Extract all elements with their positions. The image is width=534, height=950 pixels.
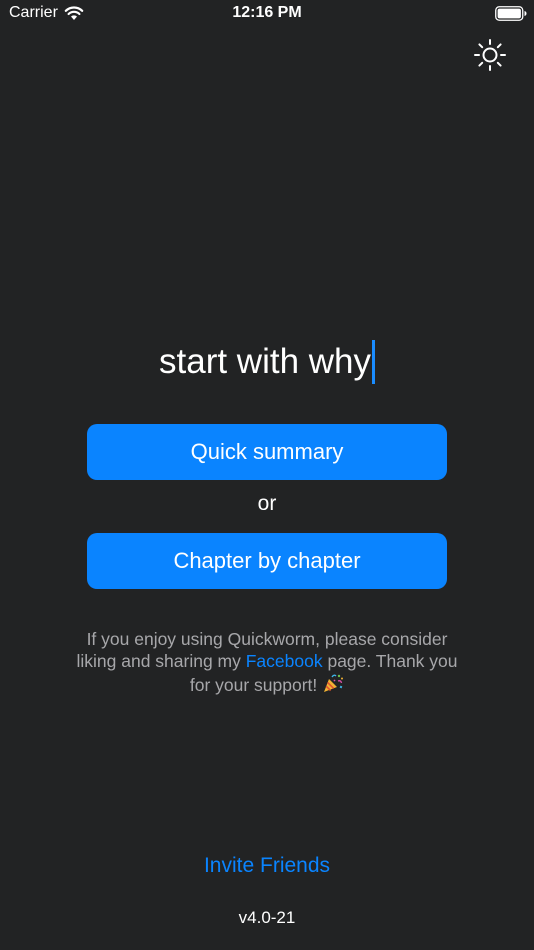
status-time: 12:16 PM <box>232 4 302 21</box>
facebook-link[interactable]: Facebook <box>246 651 323 671</box>
quick-summary-label: Quick summary <box>190 439 344 464</box>
app-screen: Carrier 12:16 PM start with why Quick su… <box>0 0 534 950</box>
invite-friends-link[interactable]: Invite Friends <box>0 854 534 878</box>
search-input-value: start with why <box>159 342 371 381</box>
version-label: v4.0-21 <box>238 908 296 927</box>
status-bar: Carrier 12:16 PM <box>0 0 534 28</box>
search-input[interactable]: start with why <box>40 336 494 388</box>
chapter-by-chapter-button[interactable]: Chapter by chapter <box>87 533 447 589</box>
support-message: If you enjoy using Quickworm, please con… <box>70 628 464 696</box>
text-caret <box>372 340 375 384</box>
sun-icon[interactable] <box>473 38 507 72</box>
party-popper-icon <box>324 674 344 692</box>
quick-summary-button[interactable]: Quick summary <box>87 424 447 480</box>
or-separator: or <box>257 492 277 515</box>
chapter-by-chapter-label: Chapter by chapter <box>173 548 361 573</box>
battery-icon <box>495 6 527 21</box>
